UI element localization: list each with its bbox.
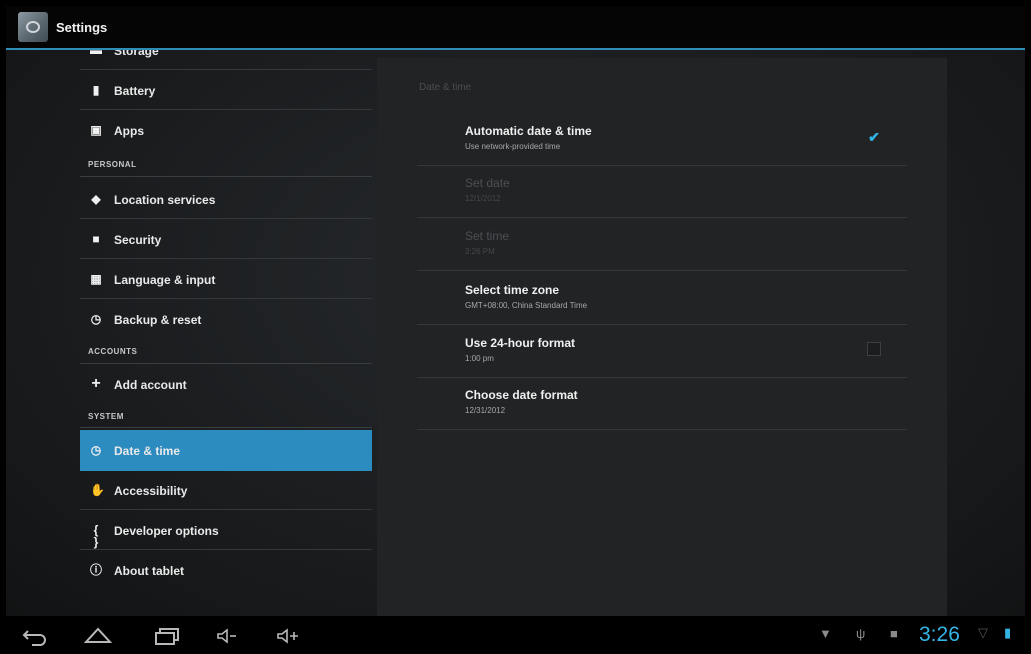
page-title: Settings xyxy=(56,20,108,35)
sidebar-item-date-time[interactable]: ◷ Date & time xyxy=(80,430,372,471)
section-header-personal: PERSONAL xyxy=(88,160,137,169)
clock[interactable]: 3:26 xyxy=(919,623,960,647)
backup-icon: ◷ xyxy=(90,312,102,326)
braces-icon: { } xyxy=(93,523,99,549)
checkmark-icon[interactable]: ✔ xyxy=(867,130,881,144)
language-icon: ▦ xyxy=(90,272,102,286)
action-bar: Settings xyxy=(6,6,1025,50)
pref-set-time: Set time 3:26 PM xyxy=(417,219,907,271)
section-divider xyxy=(80,176,372,177)
info-icon: ⓘ xyxy=(90,563,103,577)
screen: Settings ▬ Storage ▮ Battery ▣ Apps PERS… xyxy=(0,0,1031,654)
pref-set-date: Set date 12/1/2012 xyxy=(417,166,907,218)
detail-header: Date & time xyxy=(419,82,472,93)
section-header-system: SYSTEM xyxy=(88,412,124,421)
volume-up-icon[interactable] xyxy=(276,625,302,647)
sidebar-item-language[interactable]: ▦ Language & input xyxy=(80,261,372,299)
home-icon[interactable] xyxy=(84,624,112,646)
section-divider xyxy=(80,427,372,428)
location-icon: ◆ xyxy=(91,192,101,206)
settings-icon[interactable] xyxy=(18,12,48,42)
usb-icon: ψ xyxy=(856,626,866,641)
sidebar-item-add-account[interactable]: + Add account xyxy=(80,366,372,404)
pref-select-time-zone[interactable]: Select time zone GMT+08:00, China Standa… xyxy=(417,273,907,325)
sidebar-item-developer-options[interactable]: { } Developer options xyxy=(80,512,372,550)
sidebar-item-storage[interactable]: ▬ Storage xyxy=(80,50,372,70)
notification-icon: ■ xyxy=(890,626,898,641)
sidebar-item-apps[interactable]: ▣ Apps xyxy=(80,112,372,150)
section-header-accounts: ACCOUNTS xyxy=(88,347,138,356)
pref-choose-date-format[interactable]: Choose date format 12/31/2012 xyxy=(417,378,907,430)
battery-status-icon: ▮ xyxy=(1004,625,1012,640)
checkbox-icon[interactable] xyxy=(867,342,881,356)
sidebar-item-battery[interactable]: ▮ Battery xyxy=(80,72,372,110)
pref-automatic-date-time[interactable]: Automatic date & time Use network-provid… xyxy=(417,114,907,166)
sidebar-item-backup[interactable]: ◷ Backup & reset xyxy=(80,301,372,339)
wifi-icon: ▼ xyxy=(819,626,832,641)
navigation-bar: ▼ ψ ■ 3:26 ▽ ▮ xyxy=(6,616,1025,654)
recent-apps-icon[interactable] xyxy=(154,625,180,647)
volume-down-icon[interactable] xyxy=(216,625,238,647)
hand-icon: ✋ xyxy=(90,483,105,497)
sidebar-item-about-tablet[interactable]: ⓘ About tablet xyxy=(80,552,372,590)
storage-icon: ▬ xyxy=(90,50,102,57)
sidebar-item-accessibility[interactable]: ✋ Accessibility xyxy=(80,472,372,510)
back-icon[interactable] xyxy=(22,625,48,647)
sidebar: ▬ Storage ▮ Battery ▣ Apps PERSONAL ◆ Lo… xyxy=(80,50,374,616)
lock-icon: ■ xyxy=(92,232,100,246)
apps-icon: ▣ xyxy=(90,123,102,137)
plus-icon: + xyxy=(91,375,101,392)
signal-icon: ▽ xyxy=(978,625,988,640)
main-area: ▬ Storage ▮ Battery ▣ Apps PERSONAL ◆ Lo… xyxy=(6,50,1025,616)
battery-icon: ▮ xyxy=(92,83,100,97)
clock-icon: ◷ xyxy=(90,443,102,457)
pref-use-24-hour-format[interactable]: Use 24-hour format 1:00 pm xyxy=(417,326,907,378)
sidebar-item-location[interactable]: ◆ Location services xyxy=(80,181,372,219)
detail-panel: Date & time Automatic date & time Use ne… xyxy=(377,58,947,616)
sidebar-item-security[interactable]: ■ Security xyxy=(80,221,372,259)
section-divider xyxy=(80,363,372,364)
